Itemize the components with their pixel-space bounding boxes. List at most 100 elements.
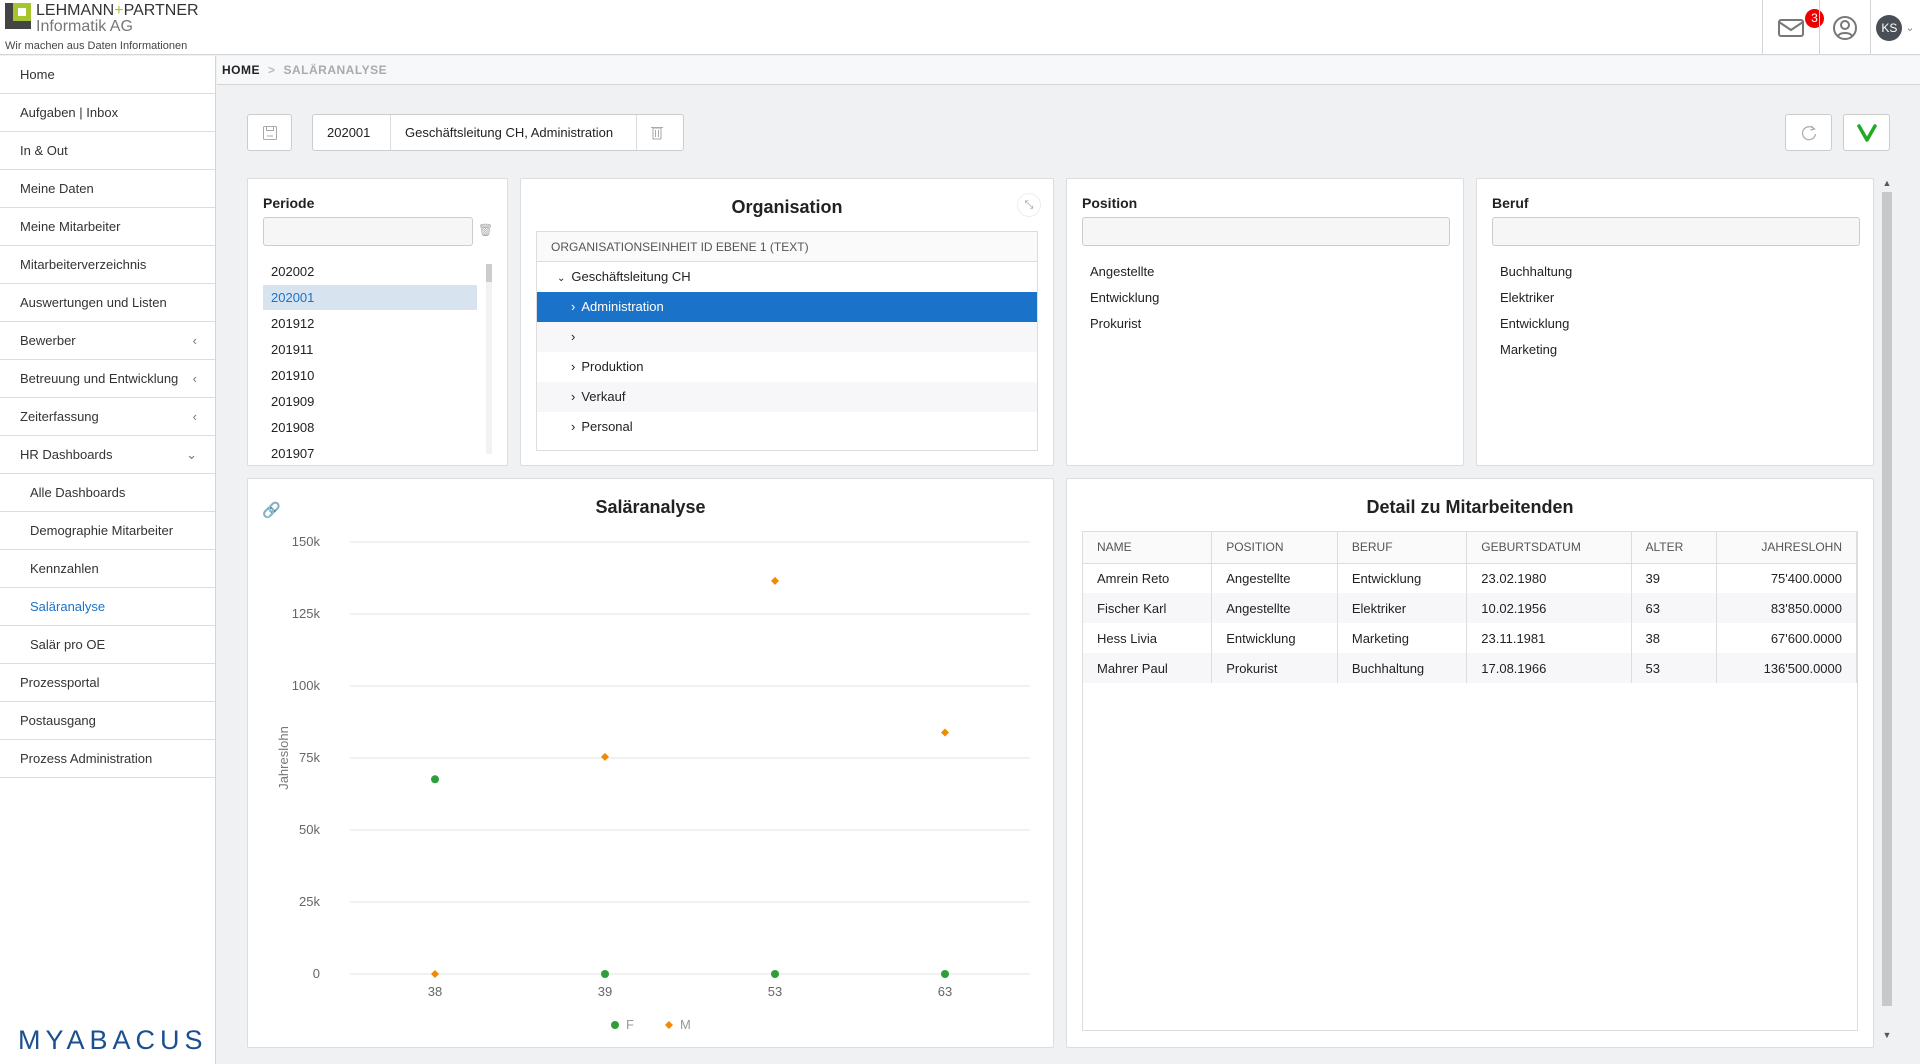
periode-option[interactable]: 201908 (263, 415, 477, 440)
periode-option[interactable]: 201910 (263, 363, 477, 388)
column-header[interactable]: BERUF (1337, 532, 1468, 564)
tree-node-root[interactable]: ⌄ Geschäftsleitung CH (537, 262, 1037, 292)
point-F[interactable] (431, 775, 439, 784)
sidebar-item[interactable]: Prozess Administration (0, 740, 215, 778)
point-F[interactable] (941, 970, 949, 978)
sidebar-item[interactable]: HR Dashboards ⌄ (0, 436, 215, 474)
table-row[interactable]: Fischer Karl Angestellte Elektriker 10.02.1… (1083, 593, 1858, 623)
sidebar-item[interactable]: Salär pro OE (0, 626, 215, 664)
sidebar-item[interactable]: Zeiterfassung ‹ (0, 398, 215, 436)
save-icon (262, 125, 277, 140)
legend-marker (665, 1021, 673, 1029)
periode-option[interactable]: 201909 (263, 389, 477, 414)
y-tick-label: 50k (299, 822, 320, 837)
salary-chart-card: Saläranalyse 🔗 0 25k 50k 75k 100k 125k 150k Jah… (247, 478, 1054, 1048)
scrollbar[interactable] (486, 264, 492, 454)
position-option[interactable]: Prokurist (1082, 311, 1442, 336)
point-M[interactable] (431, 970, 439, 978)
table-row[interactable]: Amrein Reto Angestellte Entwicklung 23.02.1… (1083, 563, 1858, 593)
chevron-left-icon: ‹ (192, 409, 197, 424)
save-button[interactable] (247, 114, 292, 151)
sidebar-item[interactable]: Aufgaben | Inbox (0, 94, 215, 132)
confirm-button[interactable] (1843, 114, 1890, 151)
point-F[interactable] (771, 970, 779, 978)
sidebar-item[interactable]: Kennzahlen (0, 550, 215, 588)
sidebar-item[interactable]: Bewerber ‹ (0, 322, 215, 360)
y-tick-label: 125k (292, 606, 321, 621)
detail-card: Detail zu Mitarbeitenden NAME POSITION BER… (1066, 478, 1874, 1048)
beruf-filter: Beruf Buchhaltung Elektriker Entwicklung Ma… (1476, 178, 1874, 466)
header: LEHMANN+PARTNER Informatik AG Wir machen… (0, 0, 1920, 55)
selected-period: 202001 (313, 115, 391, 150)
messages-button[interactable]: 3 (1762, 0, 1824, 55)
beruf-option[interactable]: Marketing (1492, 337, 1852, 362)
legend-label[interactable]: F (626, 1017, 634, 1032)
avatar: KS (1876, 14, 1903, 41)
beruf-search-input[interactable] (1492, 217, 1860, 246)
position-option[interactable]: Angestellte (1082, 259, 1442, 284)
sidebar-item[interactable]: In & Out (0, 132, 215, 170)
profile-button[interactable] (1819, 0, 1870, 55)
sidebar-item[interactable]: Meine Mitarbeiter (0, 208, 215, 246)
sidebar-item[interactable]: Home (0, 56, 215, 94)
trash-icon[interactable]: 🗑 (478, 223, 493, 237)
periode-option[interactable]: 201911 (263, 337, 477, 362)
tree-node[interactable]: › Administration (537, 292, 1037, 322)
sidebar-item[interactable]: Saläranalyse (0, 588, 215, 626)
sidebar-item[interactable]: Alle Dashboards (0, 474, 215, 512)
detail-table: NAME POSITION BERUF GEBURTSDATUM ALTER JAHRES… (1082, 531, 1858, 1031)
point-M[interactable] (601, 752, 609, 761)
x-tick-label: 39 (598, 984, 612, 999)
point-M[interactable] (941, 728, 949, 737)
sidebar-item[interactable]: Auswertungen und Listen (0, 284, 215, 322)
position-search-input[interactable] (1082, 217, 1450, 246)
column-header[interactable]: NAME (1083, 532, 1213, 564)
tree-node[interactable]: › Produktion (537, 352, 1037, 382)
periode-search-input[interactable] (263, 217, 473, 246)
breadcrumb: HOME > SALÄRANALYSE (217, 56, 1920, 85)
tree-node[interactable]: › (537, 322, 1037, 352)
sidebar-item[interactable]: Mitarbeiterverzeichnis (0, 246, 215, 284)
chevron-down-icon: ⌄ (186, 447, 197, 462)
position-option[interactable]: Entwicklung (1082, 285, 1442, 310)
selected-org: Geschäftsleitung CH, Administration (391, 115, 637, 150)
sidebar-item[interactable]: Betreuung und Entwicklung ‹ (0, 360, 215, 398)
column-header[interactable]: JAHRESLOHN (1716, 532, 1858, 564)
breadcrumb-home[interactable]: HOME (222, 63, 260, 77)
refresh-button[interactable] (1785, 114, 1832, 151)
chevron-right-icon: › (571, 299, 576, 314)
page-scrollbar[interactable]: ▲ ▼ (1880, 178, 1894, 1040)
point-F[interactable] (601, 970, 609, 978)
periode-filter: Periode 🗑 202002 202001 201912 201911 201910… (247, 178, 508, 466)
table-row[interactable]: Hess Livia Entwicklung Marketing 23.11.1981… (1083, 623, 1858, 653)
chevron-down-icon: ⌄ (557, 273, 566, 284)
org-tree: ORGANISATIONSEINHEIT ID EBENE 1 (TEXT) ⌄… (536, 231, 1038, 451)
column-header[interactable]: GEBURTSDATUM (1466, 532, 1632, 564)
beruf-option[interactable]: Buchhaltung (1492, 259, 1852, 284)
user-menu[interactable]: KS ⌄ (1870, 0, 1920, 55)
periode-option[interactable]: 201907 (263, 441, 477, 465)
sidebar-item[interactable]: Prozessportal (0, 664, 215, 702)
point-M[interactable] (771, 576, 779, 585)
periode-option[interactable]: 201912 (263, 311, 477, 336)
column-header[interactable]: POSITION (1211, 532, 1338, 564)
collapse-arrows-icon: ⤡ (1024, 199, 1034, 211)
check-v-icon (1856, 123, 1877, 142)
table-row[interactable]: Mahrer Paul Prokurist Buchhaltung 17.08.196… (1083, 653, 1858, 683)
sidebar-item[interactable]: Demographie Mitarbeiter (0, 512, 215, 550)
periode-option[interactable]: 202002 (263, 259, 477, 284)
beruf-option[interactable]: Entwicklung (1492, 311, 1852, 336)
legend-label[interactable]: M (680, 1017, 691, 1032)
sidebar-item[interactable]: Meine Daten (0, 170, 215, 208)
expand-button[interactable]: ⤡ (1017, 193, 1041, 217)
tree-node[interactable]: › Personal (537, 412, 1037, 442)
tree-node[interactable]: › Verkauf (537, 382, 1037, 412)
clear-selection-button[interactable] (637, 115, 663, 150)
chevron-left-icon: ‹ (192, 333, 197, 348)
chevron-right-icon: › (571, 329, 576, 344)
beruf-option[interactable]: Elektriker (1492, 285, 1852, 310)
trash-icon (651, 127, 663, 140)
periode-option[interactable]: 202001 (263, 285, 477, 310)
column-header[interactable]: ALTER (1631, 532, 1717, 564)
sidebar-item[interactable]: Postausgang (0, 702, 215, 740)
